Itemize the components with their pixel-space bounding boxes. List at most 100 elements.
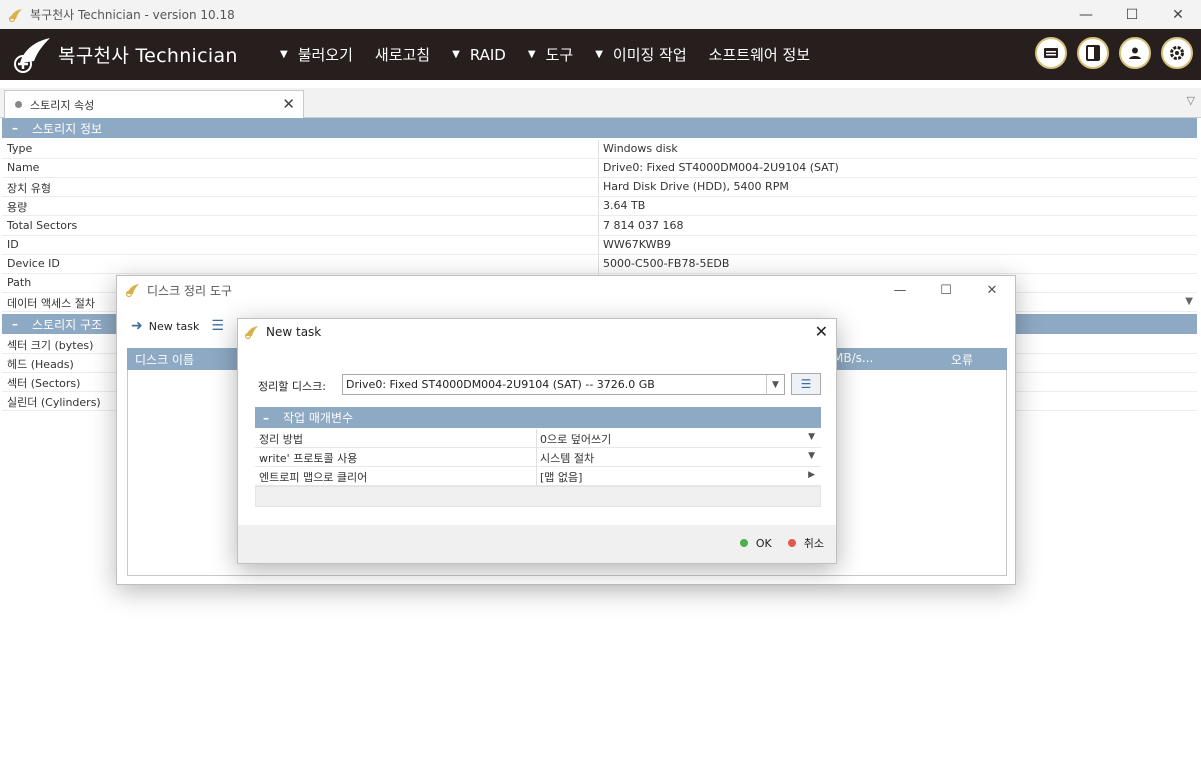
prop-key: Path [7, 276, 32, 289]
maximize-icon[interactable]: ☐ [1109, 0, 1155, 29]
column-disk-name[interactable]: 디스크 이름 [135, 351, 194, 368]
angel-wing-icon [125, 284, 139, 298]
disk-select-value: Drive0: Fixed ST4000DM004-2U9104 (SAT) -… [346, 378, 655, 391]
tab-menu-icon[interactable]: ▽ [1187, 94, 1195, 107]
list-icon: ☰ [211, 318, 224, 334]
caret-down-icon: ▼ [452, 49, 460, 60]
params-footer [255, 486, 821, 507]
ok-dot-icon [739, 539, 748, 547]
card-icon[interactable] [1035, 37, 1067, 69]
param-row-protocol[interactable]: write' 프로토콜 사용 시스템 절차 ▼ [255, 448, 821, 467]
menu-label: 불러오기 [297, 46, 353, 64]
minimize-icon[interactable]: — [877, 276, 923, 304]
menu-tools[interactable]: ▼ 도구 [528, 44, 573, 65]
window-titlebar: 복구천사 Technician - version 10.18 — ☐ ✕ [0, 0, 1201, 29]
param-key: write' 프로토콜 사용 [259, 452, 358, 465]
arrow-right-icon: ➜ [131, 318, 143, 334]
angel-logo-icon [14, 37, 50, 73]
caret-down-icon: ▼ [280, 49, 288, 60]
app-menubar: 복구천사 Technician ▼ 불러오기 새로고침 ▼ RAID ▼ 도구 … [0, 29, 1201, 80]
storage-info-header[interactable]: – 스토리지 정보 [2, 118, 1197, 138]
menu-label: 이미징 작업 [612, 46, 687, 64]
minimize-icon[interactable]: — [1063, 0, 1109, 29]
dropdown-arrow-icon[interactable]: ▼ [1185, 296, 1193, 307]
chevron-right-icon[interactable]: ▶ [808, 470, 815, 480]
menu-label: 새로고침 [374, 46, 431, 64]
prop-value: Windows disk [603, 142, 678, 155]
prop-value: 5000-C500-FB78-5EDB [603, 257, 730, 270]
menu-load[interactable]: ▼ 불러오기 [280, 44, 353, 65]
section-title: 작업 매개변수 [283, 411, 354, 425]
menu-raid[interactable]: ▼ RAID [452, 46, 506, 64]
caret-down-icon: ▼ [527, 49, 536, 60]
menu-label: 소프트웨어 정보 [708, 46, 811, 64]
disk-select[interactable]: Drive0: Fixed ST4000DM004-2U9104 (SAT) -… [342, 374, 785, 395]
prop-key: Total Sectors [7, 219, 78, 232]
prop-value: 3.64 TB [603, 199, 646, 212]
dialog-body: 정리할 디스크: Drive0: Fixed ST4000DM004-2U910… [238, 345, 836, 525]
menu-refresh[interactable]: 새로고침 [375, 44, 430, 65]
cancel-label: 취소 [803, 537, 824, 550]
list-icon: ☰ [800, 377, 812, 391]
brand-name: 복구천사 Technician [58, 45, 238, 67]
gear-icon[interactable] [1161, 37, 1193, 69]
chevron-down-icon[interactable]: ▼ [766, 375, 784, 394]
prop-key: Name [7, 161, 40, 174]
prop-row: Type Windows disk [2, 140, 1197, 159]
param-row-entropy[interactable]: 엔트로피 맵으로 클리어 [맵 없음] ▶ [255, 467, 821, 486]
collapse-icon: – [263, 410, 269, 425]
dialog-footer: OK 취소 [724, 535, 824, 551]
prop-value: 7 814 037 168 [603, 219, 684, 232]
chevron-down-icon[interactable]: ▼ [808, 432, 815, 442]
prop-key: ID [7, 238, 19, 251]
dialog-title: New task [266, 325, 322, 339]
column-divider [536, 448, 537, 467]
chevron-down-icon[interactable]: ▼ [808, 451, 815, 461]
prop-row: ID WW67KWB9 [2, 236, 1197, 255]
angel-wing-icon [8, 8, 22, 22]
collapse-icon: – [12, 121, 18, 135]
menu-label: RAID [469, 45, 506, 64]
param-row-method[interactable]: 정리 방법 0으로 덮어쓰기 ▼ [255, 429, 821, 448]
prop-row: Total Sectors 7 814 037 168 [2, 217, 1197, 236]
param-value[interactable]: [맵 없음] [540, 469, 582, 485]
user-icon[interactable] [1119, 37, 1151, 69]
tab-storage-properties[interactable]: 스토리지 속성 ✕ [4, 90, 304, 118]
prop-key: 실린더 (Cylinders) [7, 396, 101, 409]
cancel-button[interactable]: 취소 [787, 535, 824, 551]
list-view-button[interactable]: ☰ [211, 318, 230, 334]
param-value[interactable]: 0으로 덮어쓰기 [540, 431, 611, 447]
caret-down-icon: ▼ [595, 49, 603, 60]
prop-key: 섹터 크기 (bytes) [7, 339, 94, 352]
prop-row: 용량 3.64 TB [2, 197, 1197, 216]
prop-value: Hard Disk Drive (HDD), 5400 RPM [603, 180, 789, 193]
param-value[interactable]: 시스템 절차 [540, 450, 594, 466]
prop-key: Type [7, 142, 33, 155]
column-errors[interactable]: 오류 [951, 351, 973, 368]
column-speed[interactable]: MB/s... [833, 351, 873, 365]
new-task-button[interactable]: ➜ New task [131, 318, 199, 334]
close-icon[interactable]: ✕ [815, 322, 828, 341]
menu-imaging[interactable]: ▼ 이미징 작업 [595, 44, 686, 65]
menu-about[interactable]: 소프트웨어 정보 [709, 44, 810, 65]
ok-button[interactable]: OK [739, 537, 772, 550]
disk-label: 정리할 디스크: [258, 380, 326, 393]
dialog-titlebar: 디스크 정리 도구 — ☐ ✕ [117, 276, 1015, 304]
close-icon[interactable]: ✕ [282, 95, 295, 113]
prop-key: 섹터 (Sectors) [7, 377, 81, 390]
prop-key: 헤드 (Heads) [7, 358, 74, 371]
prop-value: Drive0: Fixed ST4000DM004-2U9104 (SAT) [603, 161, 839, 174]
maximize-icon[interactable]: ☐ [923, 276, 969, 304]
param-key: 엔트로피 맵으로 클리어 [259, 471, 368, 484]
close-icon[interactable]: ✕ [969, 276, 1015, 304]
section-title: 스토리지 정보 [32, 121, 103, 136]
panel-icon[interactable] [1077, 37, 1109, 69]
disk-list-button[interactable]: ☰ [791, 373, 821, 395]
prop-key: Device ID [7, 257, 60, 270]
params-header[interactable]: – 작업 매개변수 [255, 407, 821, 428]
param-key: 정리 방법 [259, 433, 303, 446]
close-icon[interactable]: ✕ [1155, 0, 1201, 29]
column-divider [536, 429, 537, 448]
column-divider [536, 467, 537, 486]
menu-label: 도구 [545, 46, 574, 64]
